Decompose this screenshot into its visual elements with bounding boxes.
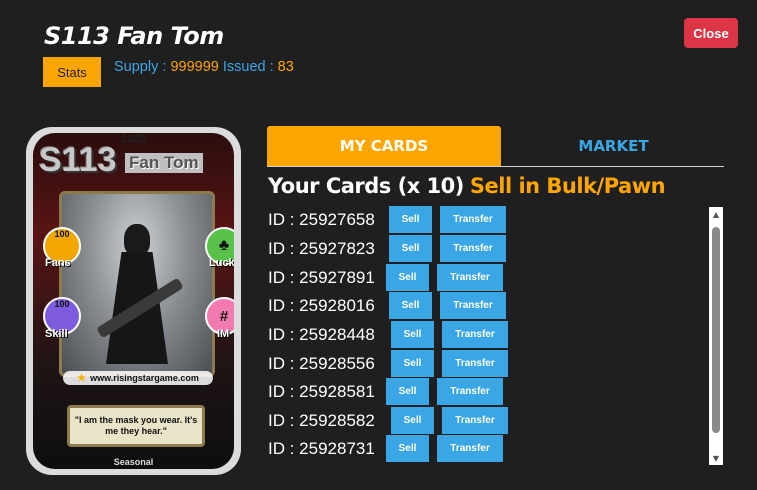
list-item: ID : 25927891 Sell Transfer xyxy=(268,264,503,292)
list-item: ID : 25928582 Sell Transfer xyxy=(268,407,508,435)
card-website-text: www.risingstargame.com xyxy=(90,373,199,383)
transfer-button[interactable]: Transfer xyxy=(442,350,508,377)
scrollbar-thumb[interactable] xyxy=(712,227,720,433)
sell-button[interactable]: Sell xyxy=(386,264,429,291)
list-item: ID : 25927658 Sell Transfer xyxy=(268,206,506,234)
transfer-button[interactable]: Transfer xyxy=(437,378,503,405)
close-button[interactable]: Close xyxy=(684,18,738,48)
scroll-down-arrow-icon[interactable]: ▼ xyxy=(709,451,723,465)
issued-label: Issued : xyxy=(222,59,274,75)
issued-value: 83 xyxy=(277,59,294,75)
fans-stat-value: 100 xyxy=(54,229,70,239)
transfer-button[interactable]: Transfer xyxy=(440,206,506,233)
sell-button[interactable]: Sell xyxy=(391,407,434,434)
star-icon: ★ xyxy=(77,372,87,384)
card-id: ID : 25928582 xyxy=(268,411,375,430)
list-item: ID : 25928731 Sell Transfer xyxy=(268,435,503,463)
tab-divider xyxy=(267,166,724,167)
page-title: S113 Fan Tom xyxy=(44,22,224,50)
transfer-button[interactable]: Transfer xyxy=(440,292,506,319)
stats-button[interactable]: Stats xyxy=(43,57,101,87)
sell-button[interactable]: Sell xyxy=(389,292,432,319)
card-artwork xyxy=(59,191,215,377)
skill-stat-value: 100 xyxy=(54,299,70,309)
card-id: ID : 25927658 xyxy=(268,210,375,229)
card-id: ID : 25928731 xyxy=(268,439,375,458)
skill-stat-label: Skill xyxy=(45,328,68,340)
transfer-button[interactable]: Transfer xyxy=(440,235,506,262)
card-image: 2025 S113 Fan Tom 100 Fans ♣ Luck 100 Sk… xyxy=(26,127,241,475)
transfer-button[interactable]: Transfer xyxy=(442,321,508,348)
card-id-list: ID : 25927658 Sell Transfer ID : 2592782… xyxy=(268,206,706,468)
card-id: ID : 25928556 xyxy=(268,354,375,373)
sell-button[interactable]: Sell xyxy=(386,378,429,405)
list-item: ID : 25928448 Sell Transfer xyxy=(268,321,508,349)
card-id: ID : 25927891 xyxy=(268,268,375,287)
card-series: S113 xyxy=(39,141,117,179)
supply-info: Supply : 999999 Issued : 83 xyxy=(114,59,294,75)
sell-button[interactable]: Sell xyxy=(386,435,429,462)
card-id: ID : 25928581 xyxy=(268,382,375,401)
list-scrollbar[interactable]: ▲ ▼ xyxy=(709,207,723,465)
card-id: ID : 25927823 xyxy=(268,239,375,258)
sell-button[interactable]: Sell xyxy=(389,206,432,233)
scroll-up-arrow-icon[interactable]: ▲ xyxy=(709,207,723,221)
sell-button[interactable]: Sell xyxy=(391,321,434,348)
transfer-button[interactable]: Transfer xyxy=(442,407,508,434)
card-id: ID : 25928448 xyxy=(268,325,375,344)
card-name: Fan Tom xyxy=(125,153,203,173)
card-type: Seasonal xyxy=(113,457,154,467)
transfer-button[interactable]: Transfer xyxy=(437,435,503,462)
tab-market[interactable]: MARKET xyxy=(503,126,724,166)
card-frame: 2025 S113 Fan Tom 100 Fans ♣ Luck 100 Sk… xyxy=(33,133,234,469)
sell-button[interactable]: Sell xyxy=(391,350,434,377)
sell-bulk-link[interactable]: Sell in Bulk/Pawn xyxy=(470,174,666,198)
card-quote: "I am the mask you wear. It's me they he… xyxy=(67,405,205,447)
supply-label: Supply : xyxy=(114,59,167,75)
card-website: ★ www.risingstargame.com xyxy=(63,371,213,385)
masked-figure-head xyxy=(124,224,150,256)
transfer-button[interactable]: Transfer xyxy=(437,264,503,291)
fans-stat-label: Fans xyxy=(45,257,71,269)
sell-button[interactable]: Sell xyxy=(389,235,432,262)
supply-value: 999999 xyxy=(170,59,219,75)
list-item: ID : 25928556 Sell Transfer xyxy=(268,350,508,378)
card-id: ID : 25928016 xyxy=(268,296,375,315)
cards-heading: Your Cards (x 10) Sell in Bulk/Pawn xyxy=(268,174,666,198)
list-item: ID : 25927823 Sell Transfer xyxy=(268,235,506,263)
list-item: ID : 25928016 Sell Transfer xyxy=(268,292,506,320)
luck-stat-label: Luck xyxy=(209,257,234,269)
cards-count-heading: Your Cards (x 10) xyxy=(268,174,464,198)
tab-my-cards[interactable]: MY CARDS xyxy=(267,126,501,166)
list-item: ID : 25928581 Sell Transfer xyxy=(268,378,503,406)
im-stat-label: IM xyxy=(217,328,230,340)
